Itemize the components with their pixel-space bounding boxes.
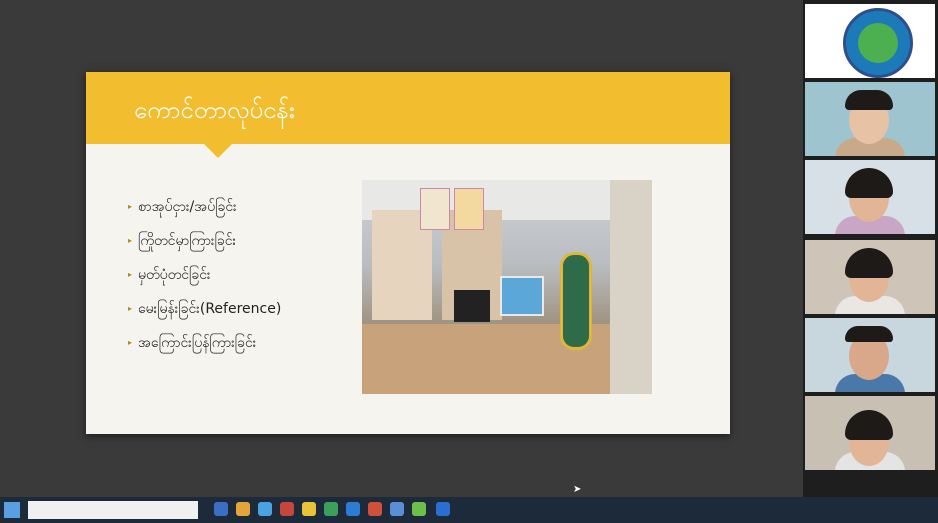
bullet-item: စာအုပ်ငှား/အပ်ခြင်း	[128, 190, 281, 224]
slide-header: ကောင်တာလုပ်ငန်း	[86, 72, 730, 158]
start-button[interactable]	[4, 502, 20, 518]
taskbar-search-input[interactable]	[28, 501, 198, 519]
taskbar-app-icon[interactable]	[412, 502, 426, 516]
participant-video-tile[interactable]	[805, 318, 935, 392]
library-counter-photo	[362, 180, 652, 394]
taskbar-app-icon[interactable]	[324, 502, 338, 516]
taskbar-app-icon[interactable]	[214, 502, 228, 516]
participant-video-tile[interactable]	[805, 82, 935, 156]
slide-title: ကောင်တာလုပ်ငန်း	[134, 96, 295, 124]
taskbar-app-icon[interactable]	[436, 502, 450, 516]
participant-panel	[803, 0, 938, 497]
bullet-item: မေးမြန်းခြင်း(Reference)	[128, 292, 281, 326]
bullet-item: မှတ်ပုံတင်ခြင်း	[128, 258, 281, 292]
organization-logo	[843, 8, 913, 78]
taskbar-app-icon[interactable]	[258, 502, 272, 516]
shared-screen: ကောင်တာလုပ်ငန်း စာအုပ်ငှား/အပ်ခြင်း ကြို…	[0, 0, 803, 497]
participant-video-tile[interactable]	[805, 396, 935, 470]
windows-taskbar	[0, 497, 938, 523]
participant-tile-logo[interactable]	[805, 4, 935, 78]
taskbar-app-icon[interactable]	[368, 502, 382, 516]
taskbar-app-icon[interactable]	[390, 502, 404, 516]
taskbar-app-icon[interactable]	[236, 502, 250, 516]
presentation-slide: ကောင်တာလုပ်ငန်း စာအုပ်ငှား/အပ်ခြင်း ကြို…	[86, 72, 730, 434]
bullet-item: ကြိုတင်မှာကြားခြင်း	[128, 224, 281, 258]
bullet-list: စာအုပ်ငှား/အပ်ခြင်း ကြိုတင်မှာကြားခြင်း …	[128, 190, 281, 360]
taskbar-app-icon[interactable]	[280, 502, 294, 516]
bullet-item: အကြောင်းပြန်ကြားခြင်း	[128, 326, 281, 360]
participant-video-tile[interactable]	[805, 240, 935, 314]
taskbar-app-icon[interactable]	[302, 502, 316, 516]
taskbar-app-icon[interactable]	[346, 502, 360, 516]
participant-video-tile[interactable]	[805, 160, 935, 234]
mouse-cursor-icon: ➤	[573, 484, 582, 495]
